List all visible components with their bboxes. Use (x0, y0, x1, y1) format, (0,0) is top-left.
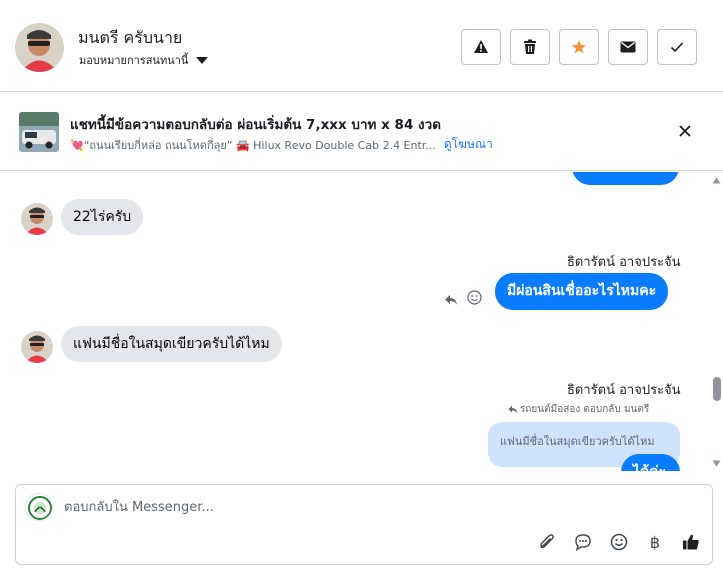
mail-icon (620, 41, 636, 53)
emoji-icon (610, 533, 628, 551)
emoji-button[interactable] (608, 531, 630, 553)
like-button[interactable] (680, 531, 702, 553)
emoji-reaction-icon[interactable] (467, 290, 482, 309)
scroll-up-icon[interactable] (712, 177, 721, 184)
scroll-thumb[interactable] (713, 377, 721, 401)
baht-icon: ฿ (649, 532, 661, 552)
scroll-down-icon[interactable] (712, 460, 721, 467)
reply-context: รถยนต์มือสอง ตอบกลับ มนตรี (508, 402, 649, 417)
message-input[interactable] (64, 495, 664, 519)
page-avatar (25, 493, 53, 521)
ad-title: แชทนี้มีข้อความตอบกลับต่อ ผ่อนเริ่มต้น 7… (70, 117, 441, 133)
ad-subtitle: 💘“ถนนเรียบกี่หล่อ ถนนโหดกี่ลุย” 🚘 Hilux … (70, 138, 436, 152)
message-bubble-outgoing[interactable]: ได้ค่ะ (621, 454, 680, 471)
message-bubble-outgoing[interactable] (572, 172, 679, 185)
mark-done-button[interactable] (657, 29, 697, 65)
thread-scrollbar[interactable] (709, 172, 723, 471)
attach-icon (539, 534, 554, 549)
ad-subtitle-row: 💘“ถนนเรียบกี่หล่อ ถนนโหดกี่ลุย” 🚘 Hilux … (70, 135, 493, 154)
message-thread[interactable]: 22ไร่ครับ ธิดารัตน์ อาจประจัน มีผ่อนสินเ… (0, 172, 723, 471)
like-icon (683, 534, 699, 550)
header-actions (461, 29, 697, 65)
contact-avatar-small (21, 331, 53, 363)
assign-conversation-dropdown[interactable]: มอบหมายการสนทนานี้ (79, 51, 209, 69)
star-icon (572, 40, 586, 54)
message-bubble-incoming[interactable]: 22ไร่ครับ (61, 199, 144, 235)
star-button[interactable] (559, 29, 599, 65)
reply-icon[interactable] (444, 291, 458, 310)
assign-label: มอบหมายการสนทนานี้ (79, 54, 189, 67)
sender-name: ธิดารัตน์ อาจประจัน (567, 255, 681, 270)
view-ad-link[interactable]: ดูโฆษณา (444, 135, 493, 154)
delete-button[interactable] (510, 29, 550, 65)
ad-thumbnail[interactable] (19, 112, 59, 152)
contact-name[interactable]: มนตรี ครับนาย (78, 26, 182, 51)
warning-icon (474, 40, 488, 53)
chevron-down-icon (196, 56, 209, 64)
saved-replies-button[interactable] (572, 531, 594, 553)
conversation-header: มนตรี ครับนาย มอบหมายการสนทนานี้ (0, 0, 723, 92)
message-bubble-outgoing[interactable]: มีผ่อนสินเชื่ออะไรไหมคะ (495, 273, 669, 310)
composer-tools: ฿ (536, 531, 702, 553)
mark-unread-button[interactable] (608, 29, 648, 65)
close-icon (679, 125, 691, 137)
reply-context-text: รถยนต์มือสอง ตอบกลับ มนตรี (520, 404, 650, 415)
payment-button[interactable]: ฿ (644, 531, 666, 553)
close-banner-button[interactable] (679, 122, 691, 141)
sender-name: ธิดารัตน์ อาจประจัน (567, 383, 681, 398)
reply-arrow-icon (508, 405, 518, 414)
report-button[interactable] (461, 29, 501, 65)
message-bubble-incoming[interactable]: แฟนมีชื่อในสมุดเขียวครับได้ไหม (61, 326, 282, 362)
ad-context-banner: แชทนี้มีข้อความตอบกลับต่อ ผ่อนเริ่มต้น 7… (0, 93, 723, 171)
contact-avatar-small (21, 203, 53, 235)
attach-button[interactable] (536, 531, 558, 553)
trash-icon (524, 39, 536, 54)
contact-avatar[interactable] (15, 23, 64, 72)
check-icon (670, 42, 684, 53)
saved-reply-icon (575, 534, 591, 551)
reply-composer: ฿ (15, 484, 713, 565)
